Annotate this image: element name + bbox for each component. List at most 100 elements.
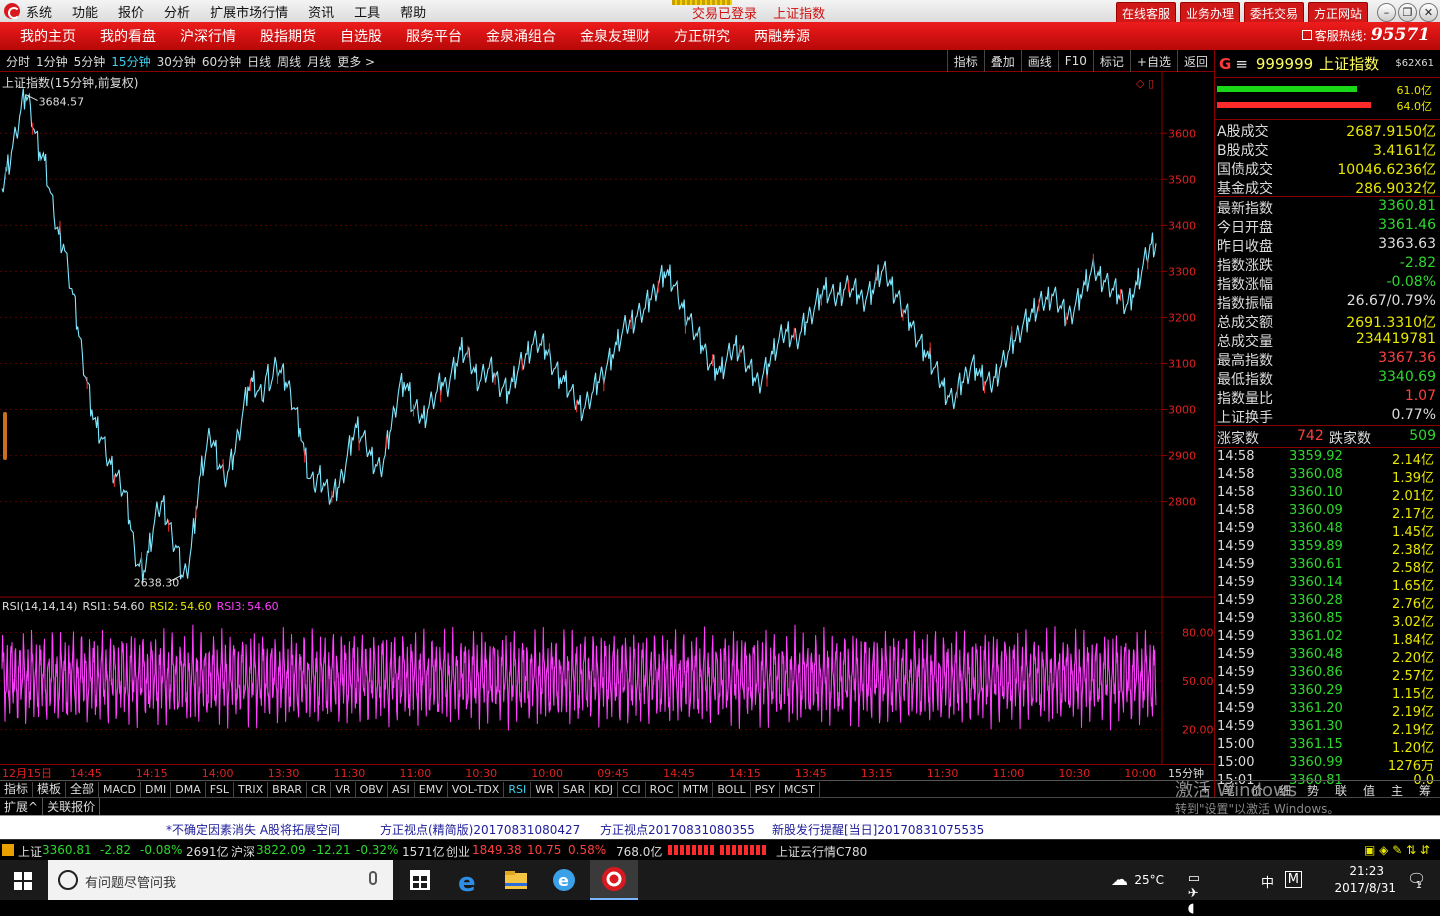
nav-item-5[interactable]: 服务平台 bbox=[406, 26, 462, 46]
news-item-3[interactable]: 新股发行提醒[当日]20170831075535 bbox=[772, 821, 984, 838]
nav-item-4[interactable]: 自选股 bbox=[340, 26, 382, 46]
indicator-tab-22[interactable]: BOLL bbox=[713, 781, 751, 797]
nav-item-0[interactable]: 我的主页 bbox=[20, 26, 76, 46]
indicator-tab-11[interactable]: OBV bbox=[356, 781, 388, 797]
period-tab-6[interactable]: 日线 bbox=[247, 53, 271, 70]
sub-tab-0[interactable]: 扩展^ bbox=[0, 797, 44, 815]
clock-date[interactable]: 2017/8/31 bbox=[1334, 881, 1396, 895]
restore-icon[interactable]: ❐ bbox=[1398, 3, 1417, 22]
news-item-1[interactable]: 方正视点(精简版)20170831080427 bbox=[380, 821, 580, 838]
market-logo[interactable]: G bbox=[1219, 55, 1231, 73]
tick-row[interactable]: 14:59 3360.48 2.20亿 bbox=[1215, 646, 1440, 666]
period-tab-0[interactable]: 分时 bbox=[6, 53, 30, 70]
nav-item-2[interactable]: 沪深行情 bbox=[180, 26, 236, 46]
indicator-tab-7[interactable]: TRIX bbox=[234, 781, 269, 797]
period-tab-7[interactable]: 周线 bbox=[277, 53, 301, 70]
nav-item-3[interactable]: 股指期货 bbox=[260, 26, 316, 46]
cortana-icon[interactable] bbox=[58, 870, 78, 890]
period-tab-2[interactable]: 5分钟 bbox=[74, 53, 106, 70]
period-tab-5[interactable]: 60分钟 bbox=[202, 53, 241, 70]
period-tab-3[interactable]: 15分钟 bbox=[111, 53, 150, 70]
menu-item-1[interactable]: 功能 bbox=[72, 2, 98, 21]
close-icon[interactable]: ✕ bbox=[1419, 3, 1438, 22]
quote-tab-7[interactable]: 筹 bbox=[1419, 782, 1431, 799]
period-tab-9[interactable]: 更多 > bbox=[337, 53, 375, 70]
nav-item-8[interactable]: 方正研究 bbox=[674, 26, 730, 46]
period-tab-8[interactable]: 月线 bbox=[307, 53, 331, 70]
menu-item-5[interactable]: 资讯 bbox=[308, 2, 334, 21]
indicator-tab-15[interactable]: RSI bbox=[504, 781, 532, 797]
news-item-2[interactable]: 方正视点20170831080355 bbox=[600, 821, 755, 838]
tick-row[interactable]: 15:00 3360.99 1276万 bbox=[1215, 754, 1440, 774]
indicator-tab-23[interactable]: PSY bbox=[751, 781, 780, 797]
tick-row[interactable]: 14:59 3359.89 2.38亿 bbox=[1215, 538, 1440, 558]
indicator-tab-8[interactable]: BRAR bbox=[268, 781, 308, 797]
sub-tab-1[interactable]: 关联报价 bbox=[43, 797, 101, 815]
menu-item-3[interactable]: 分析 bbox=[164, 2, 190, 21]
indicator-tab-13[interactable]: EMV bbox=[415, 781, 448, 797]
tick-row[interactable]: 14:59 3360.86 2.57亿 bbox=[1215, 664, 1440, 684]
tick-row[interactable]: 14:58 3359.92 2.14亿 bbox=[1215, 448, 1440, 468]
indicator-tab-2[interactable]: 全部 bbox=[66, 781, 100, 797]
tick-row[interactable]: 14:59 3360.14 1.65亿 bbox=[1215, 574, 1440, 594]
menu-icon[interactable]: ≡ bbox=[1235, 55, 1248, 73]
quote-tab-4[interactable]: 联 bbox=[1335, 782, 1347, 799]
tool-button-0[interactable]: 指标 bbox=[946, 49, 984, 73]
tick-row[interactable]: 14:59 3361.02 1.84亿 bbox=[1215, 628, 1440, 648]
tick-row[interactable]: 14:59 3360.85 3.02亿 bbox=[1215, 610, 1440, 630]
indicator-tab-14[interactable]: VOL-TDX bbox=[448, 781, 505, 797]
tick-row[interactable]: 14:59 3360.29 1.15亿 bbox=[1215, 682, 1440, 702]
tick-row[interactable]: 14:58 3360.08 1.39亿 bbox=[1215, 466, 1440, 486]
tool-button-5[interactable]: +自选 bbox=[1129, 49, 1177, 73]
tool-button-2[interactable]: 画线 bbox=[1020, 49, 1058, 73]
tool-button-3[interactable]: F10 bbox=[1057, 51, 1093, 71]
windows-start-icon[interactable] bbox=[14, 872, 32, 890]
tick-row[interactable]: 14:59 3360.61 2.58亿 bbox=[1215, 556, 1440, 576]
tick-list[interactable]: 14:58 3359.92 2.14亿 14:58 3360.08 1.39亿 14:58 3… bbox=[1215, 448, 1440, 790]
indicator-tab-5[interactable]: DMA bbox=[171, 781, 206, 797]
tick-row[interactable]: 14:59 3360.28 2.76亿 bbox=[1215, 592, 1440, 612]
edge-app-icon[interactable]: e bbox=[444, 860, 492, 900]
menu-item-6[interactable]: 工具 bbox=[354, 2, 380, 21]
news-item-0[interactable]: *不确定因素消失 A股将拓展空间 bbox=[166, 821, 340, 838]
nav-item-9[interactable]: 两融券源 bbox=[754, 26, 810, 46]
tick-row[interactable]: 14:59 3361.20 2.19亿 bbox=[1215, 700, 1440, 720]
tick-row[interactable]: 14:59 3360.48 1.45亿 bbox=[1215, 520, 1440, 540]
ime-mode[interactable]: M bbox=[1284, 871, 1302, 888]
period-tab-4[interactable]: 30分钟 bbox=[157, 53, 196, 70]
mic-icon[interactable] bbox=[369, 871, 377, 885]
indicator-tab-0[interactable]: 指标 bbox=[0, 781, 34, 797]
indicator-tab-3[interactable]: MACD bbox=[99, 781, 142, 797]
indicator-tab-20[interactable]: ROC bbox=[646, 781, 679, 797]
weather-icon[interactable]: ☁ bbox=[1111, 870, 1128, 890]
chart-svg[interactable]: 3600 3500 3400 3300 3200 3100 3000 2900 2800 上证指数… bbox=[0, 72, 1214, 764]
indicator-tab-16[interactable]: WR bbox=[531, 781, 559, 797]
quote-tab-6[interactable]: 主 bbox=[1391, 782, 1403, 799]
tool-button-6[interactable]: 返回 bbox=[1176, 49, 1214, 73]
menu-item-7[interactable]: 帮助 bbox=[400, 2, 426, 21]
indicator-tab-21[interactable]: MTM bbox=[679, 781, 714, 797]
nav-item-1[interactable]: 我的看盘 bbox=[100, 26, 156, 46]
chart-settings-icon[interactable]: ◇ ▯ bbox=[1136, 77, 1154, 90]
quote-tab-5[interactable]: 值 bbox=[1363, 782, 1375, 799]
indicator-tab-19[interactable]: CCI bbox=[618, 781, 646, 797]
kline-chart[interactable]: 3600 3500 3400 3300 3200 3100 3000 2900 2800 上证指数… bbox=[0, 72, 1214, 764]
clock-time[interactable]: 21:23 bbox=[1349, 864, 1384, 878]
tick-row[interactable]: 14:58 3360.10 2.01亿 bbox=[1215, 484, 1440, 504]
period-tab-1[interactable]: 1分钟 bbox=[36, 53, 68, 70]
store-app-icon[interactable] bbox=[396, 860, 444, 900]
quote-tab-3[interactable]: 势 bbox=[1307, 782, 1319, 799]
explorer-app-icon[interactable] bbox=[492, 860, 540, 900]
nav-item-6[interactable]: 金泉涌组合 bbox=[486, 26, 556, 46]
weather-temp[interactable]: 25°C bbox=[1134, 873, 1164, 887]
tick-row[interactable]: 14:59 3361.30 2.19亿 bbox=[1215, 718, 1440, 738]
tick-row[interactable]: 15:00 3361.15 1.20亿 bbox=[1215, 736, 1440, 756]
chart-scroll-handle[interactable] bbox=[3, 412, 7, 460]
tool-button-1[interactable]: 叠加 bbox=[983, 49, 1021, 73]
indicator-tab-12[interactable]: ASI bbox=[388, 781, 415, 797]
founder-app-icon[interactable] bbox=[590, 860, 638, 900]
indicator-tab-24[interactable]: MCST bbox=[780, 781, 820, 797]
indicator-tab-17[interactable]: SAR bbox=[559, 781, 591, 797]
indicator-tab-6[interactable]: FSL bbox=[206, 781, 234, 797]
indicator-tab-9[interactable]: CR bbox=[307, 781, 332, 797]
